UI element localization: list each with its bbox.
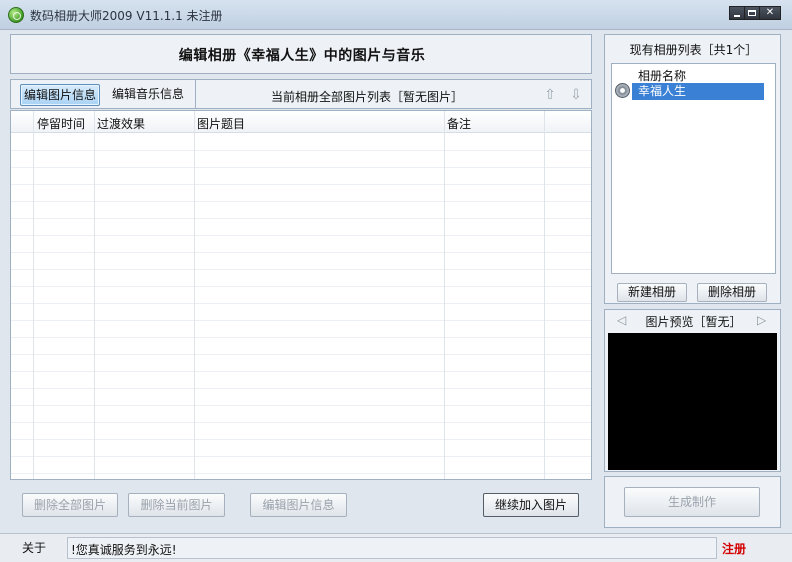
table-row-line [11,371,591,372]
picture-preview [608,333,777,470]
page-title: 编辑相册《幸福人生》中的图片与音乐 [178,48,426,64]
maximize-button[interactable] [744,6,759,20]
table-row-line [11,150,591,151]
main-header: 编辑相册《幸福人生》中的图片与音乐 [10,34,592,74]
column-header-transition[interactable]: 过渡效果 [97,115,145,132]
table-row-line [11,184,591,185]
title-bar: 数码相册大师2009 V11.1.1 未注册 ✕ [0,0,792,30]
column-divider [444,111,445,479]
tab-edit-music[interactable]: 编辑音乐信息 [109,84,187,106]
table-row-line [11,320,591,321]
table-row-line [11,269,591,270]
table-row-line [11,388,591,389]
status-bar: 关于 !您真诚服务到永远! 注册 [0,533,792,562]
album-name-column-header: 相册名称 [638,69,687,83]
register-link[interactable]: 注册 [722,540,746,557]
picture-table[interactable]: 停留时间 过渡效果 图片题目 备注 [10,110,592,480]
minimize-button[interactable] [729,6,744,20]
app-icon [8,7,24,23]
album-panel: 现有相册列表［共1个］ 相册名称 幸福人生 新建相册 删除相册 [604,34,781,304]
disc-icon [615,83,630,98]
table-row-line [11,252,591,253]
table-row-line [11,354,591,355]
table-row-line [11,167,591,168]
delete-album-button[interactable]: 删除相册 [697,283,767,302]
column-header-duration[interactable]: 停留时间 [37,115,85,132]
preview-header: 图片预览［暂无］ [645,315,742,329]
album-list[interactable]: 相册名称 幸福人生 [611,63,776,274]
tab-divider [195,80,196,108]
table-row-line [11,456,591,457]
maximize-icon [748,10,756,16]
column-divider [33,111,34,479]
tab-edit-pictures[interactable]: 编辑图片信息 [20,84,101,106]
new-album-button[interactable]: 新建相册 [617,283,687,302]
column-divider [94,111,95,479]
picture-list-caption: 当前相册全部图片列表［暂无图片］ [271,90,464,104]
column-header-notes[interactable]: 备注 [447,115,471,132]
table-row-line [11,473,591,474]
move-down-icon[interactable]: ⇩ [569,87,583,103]
album-list-item[interactable]: 幸福人生 [632,83,764,100]
table-row-line [11,422,591,423]
delete-current-picture-button[interactable]: 删除当前图片 [128,493,225,517]
edit-picture-info-button[interactable]: 编辑图片信息 [250,493,347,517]
table-row-line [11,303,591,304]
table-row-line [11,218,591,219]
column-divider [544,111,545,479]
table-row-line [11,439,591,440]
next-icon[interactable]: ▷ [757,313,766,327]
tab-bar: 编辑图片信息 编辑音乐信息 当前相册全部图片列表［暂无图片］ ⇧ ⇩ [10,79,592,109]
generate-panel: 生成制作 [604,476,781,528]
album-list-header: 现有相册列表［共1个］ [629,43,758,57]
minimize-icon [734,15,740,17]
status-message-field: !您真诚服务到永远! [67,537,717,559]
move-up-icon[interactable]: ⇧ [543,87,557,103]
close-button[interactable]: ✕ [759,6,781,20]
window-title: 数码相册大师2009 V11.1.1 未注册 [30,9,223,23]
delete-all-pictures-button[interactable]: 删除全部图片 [22,493,118,517]
table-row-line [11,405,591,406]
table-row-line [11,201,591,202]
table-row-line [11,337,591,338]
table-row-line [11,235,591,236]
preview-panel: ◁ 图片预览［暂无］ ▷ [604,309,781,472]
status-message: !您真诚服务到永远! [71,543,177,557]
column-header-title[interactable]: 图片题目 [197,115,245,132]
close-icon: ✕ [765,7,775,18]
about-link[interactable]: 关于 [22,539,46,556]
generate-button[interactable]: 生成制作 [624,487,760,517]
column-divider [194,111,195,479]
table-row-line [11,286,591,287]
continue-add-pictures-button[interactable]: 继续加入图片 [483,493,579,517]
